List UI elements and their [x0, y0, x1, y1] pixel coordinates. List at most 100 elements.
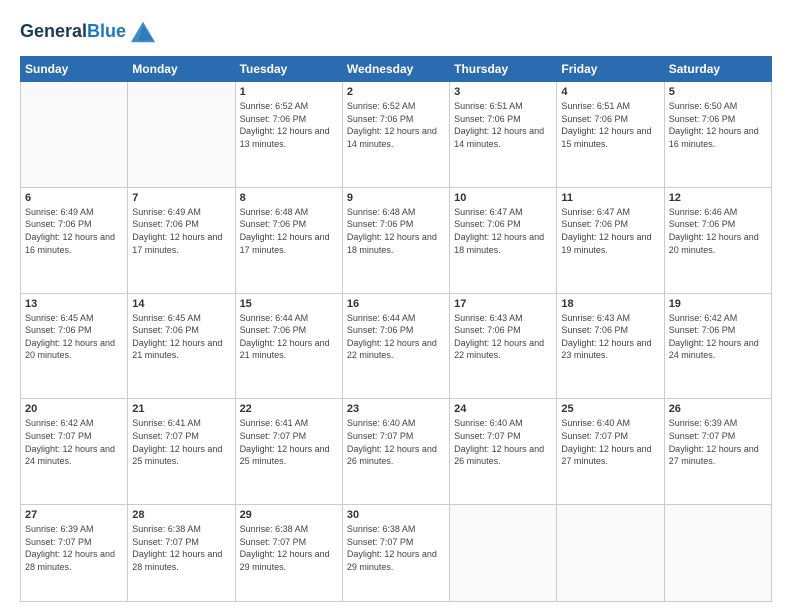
day-info: Sunrise: 6:46 AMSunset: 7:06 PMDaylight:…	[669, 206, 767, 256]
calendar-cell	[664, 505, 771, 602]
calendar-cell: 29Sunrise: 6:38 AMSunset: 7:07 PMDayligh…	[235, 505, 342, 602]
weekday-thursday: Thursday	[450, 57, 557, 82]
day-number: 30	[347, 509, 445, 521]
day-number: 2	[347, 86, 445, 98]
day-info: Sunrise: 6:39 AMSunset: 7:07 PMDaylight:…	[669, 417, 767, 467]
calendar-cell: 7Sunrise: 6:49 AMSunset: 7:06 PMDaylight…	[128, 187, 235, 293]
calendar-cell: 1 Sunrise: 6:52 AMSunset: 7:06 PMDaylight…	[235, 82, 342, 188]
logo-icon	[129, 18, 157, 46]
calendar-cell: 27 Sunrise: 6:39 AMSunset: 7:07 PMDayligh…	[21, 505, 128, 602]
day-info: Sunrise: 6:52 AMSunset: 7:06 PMDaylight:…	[240, 100, 338, 150]
day-number: 4	[561, 86, 659, 98]
day-number: 23	[347, 403, 445, 415]
day-number: 15	[240, 298, 338, 310]
calendar-cell: 2 Sunrise: 6:52 AMSunset: 7:06 PMDaylight…	[342, 82, 449, 188]
calendar-cell: 13Sunrise: 6:45 AMSunset: 7:06 PMDayligh…	[21, 293, 128, 399]
day-info: Sunrise: 6:45 AMSunset: 7:06 PMDaylight:…	[132, 312, 230, 362]
day-info: Sunrise: 6:47 AMSunset: 7:06 PMDaylight:…	[454, 206, 552, 256]
day-info: Sunrise: 6:40 AMSunset: 7:07 PMDaylight:…	[561, 417, 659, 467]
calendar-cell: 20 Sunrise: 6:42 AMSunset: 7:07 PMDayligh…	[21, 399, 128, 505]
day-info: Sunrise: 6:38 AMSunset: 7:07 PMDaylight:…	[132, 523, 230, 573]
day-number: 14	[132, 298, 230, 310]
day-number: 21	[132, 403, 230, 415]
calendar-cell: 22Sunrise: 6:41 AMSunset: 7:07 PMDayligh…	[235, 399, 342, 505]
page: GeneralBlue SundayMondayTuesdayWednesday…	[0, 0, 792, 612]
calendar-week-1: 1 Sunrise: 6:52 AMSunset: 7:06 PMDaylight…	[21, 82, 772, 188]
day-number: 16	[347, 298, 445, 310]
day-info: Sunrise: 6:51 AMSunset: 7:06 PMDaylight:…	[454, 100, 552, 150]
calendar-cell: 19 Sunrise: 6:42 AMSunset: 7:06 PMDayligh…	[664, 293, 771, 399]
day-number: 7	[132, 192, 230, 204]
day-number: 8	[240, 192, 338, 204]
day-number: 25	[561, 403, 659, 415]
day-number: 5	[669, 86, 767, 98]
day-number: 26	[669, 403, 767, 415]
weekday-header-row: SundayMondayTuesdayWednesdayThursdayFrid…	[21, 57, 772, 82]
calendar-cell: 23 Sunrise: 6:40 AMSunset: 7:07 PMDayligh…	[342, 399, 449, 505]
calendar-cell: 8 Sunrise: 6:48 AMSunset: 7:06 PMDaylight…	[235, 187, 342, 293]
calendar-cell: 15 Sunrise: 6:44 AMSunset: 7:06 PMDayligh…	[235, 293, 342, 399]
day-info: Sunrise: 6:48 AMSunset: 7:06 PMDaylight:…	[347, 206, 445, 256]
calendar-cell: 26 Sunrise: 6:39 AMSunset: 7:07 PMDayligh…	[664, 399, 771, 505]
day-number: 6	[25, 192, 123, 204]
day-info: Sunrise: 6:39 AMSunset: 7:07 PMDaylight:…	[25, 523, 123, 573]
day-number: 20	[25, 403, 123, 415]
day-number: 13	[25, 298, 123, 310]
calendar-cell: 9 Sunrise: 6:48 AMSunset: 7:06 PMDaylight…	[342, 187, 449, 293]
day-number: 9	[347, 192, 445, 204]
weekday-saturday: Saturday	[664, 57, 771, 82]
calendar-cell: 16 Sunrise: 6:44 AMSunset: 7:06 PMDayligh…	[342, 293, 449, 399]
weekday-wednesday: Wednesday	[342, 57, 449, 82]
calendar-cell	[21, 82, 128, 188]
calendar-cell: 28 Sunrise: 6:38 AMSunset: 7:07 PMDayligh…	[128, 505, 235, 602]
day-info: Sunrise: 6:49 AMSunset: 7:06 PMDaylight:…	[25, 206, 123, 256]
day-info: Sunrise: 6:40 AMSunset: 7:07 PMDaylight:…	[347, 417, 445, 467]
day-info: Sunrise: 6:48 AMSunset: 7:06 PMDaylight:…	[240, 206, 338, 256]
day-info: Sunrise: 6:47 AMSunset: 7:06 PMDaylight:…	[561, 206, 659, 256]
day-number: 28	[132, 509, 230, 521]
logo: GeneralBlue	[20, 18, 157, 46]
day-info: Sunrise: 6:43 AMSunset: 7:06 PMDaylight:…	[454, 312, 552, 362]
day-info: Sunrise: 6:42 AMSunset: 7:07 PMDaylight:…	[25, 417, 123, 467]
calendar-cell: 11 Sunrise: 6:47 AMSunset: 7:06 PMDayligh…	[557, 187, 664, 293]
calendar-cell: 30Sunrise: 6:38 AMSunset: 7:07 PMDayligh…	[342, 505, 449, 602]
calendar-cell: 10 Sunrise: 6:47 AMSunset: 7:06 PMDayligh…	[450, 187, 557, 293]
calendar-cell: 5 Sunrise: 6:50 AMSunset: 7:06 PMDaylight…	[664, 82, 771, 188]
day-number: 11	[561, 192, 659, 204]
day-number: 10	[454, 192, 552, 204]
calendar-week-2: 6 Sunrise: 6:49 AMSunset: 7:06 PMDaylight…	[21, 187, 772, 293]
day-number: 29	[240, 509, 338, 521]
day-number: 27	[25, 509, 123, 521]
calendar-cell: 12Sunrise: 6:46 AMSunset: 7:06 PMDayligh…	[664, 187, 771, 293]
calendar-cell: 25 Sunrise: 6:40 AMSunset: 7:07 PMDayligh…	[557, 399, 664, 505]
calendar-cell: 21Sunrise: 6:41 AMSunset: 7:07 PMDayligh…	[128, 399, 235, 505]
calendar-week-4: 20 Sunrise: 6:42 AMSunset: 7:07 PMDayligh…	[21, 399, 772, 505]
day-info: Sunrise: 6:44 AMSunset: 7:06 PMDaylight:…	[347, 312, 445, 362]
weekday-sunday: Sunday	[21, 57, 128, 82]
day-number: 24	[454, 403, 552, 415]
calendar-week-3: 13 Sunrise: 6:45 AMSunset: 7:06 PMDayligh…	[21, 293, 772, 399]
day-info: Sunrise: 6:50 AMSunset: 7:06 PMDaylight:…	[669, 100, 767, 150]
calendar-cell: 17 Sunrise: 6:43 AMSunset: 7:06 PMDayligh…	[450, 293, 557, 399]
calendar-table: SundayMondayTuesdayWednesdayThursdayFrid…	[20, 56, 772, 602]
calendar-cell: 18 Sunrise: 6:43 AMSunset: 7:06 PMDayligh…	[557, 293, 664, 399]
day-number: 3	[454, 86, 552, 98]
day-info: Sunrise: 6:51 AMSunset: 7:06 PMDaylight:…	[561, 100, 659, 150]
day-info: Sunrise: 6:52 AMSunset: 7:06 PMDaylight:…	[347, 100, 445, 150]
calendar-cell: 24 Sunrise: 6:40 AMSunset: 7:07 PMDayligh…	[450, 399, 557, 505]
calendar-cell	[128, 82, 235, 188]
logo-text: GeneralBlue	[20, 22, 126, 42]
calendar-cell: 4 Sunrise: 6:51 AMSunset: 7:06 PMDaylight…	[557, 82, 664, 188]
day-number: 18	[561, 298, 659, 310]
day-number: 1	[240, 86, 338, 98]
calendar-week-5: 27 Sunrise: 6:39 AMSunset: 7:07 PMDayligh…	[21, 505, 772, 602]
day-info: Sunrise: 6:44 AMSunset: 7:06 PMDaylight:…	[240, 312, 338, 362]
calendar-cell: 14 Sunrise: 6:45 AMSunset: 7:06 PMDayligh…	[128, 293, 235, 399]
day-number: 17	[454, 298, 552, 310]
day-info: Sunrise: 6:42 AMSunset: 7:06 PMDaylight:…	[669, 312, 767, 362]
day-number: 19	[669, 298, 767, 310]
day-info: Sunrise: 6:40 AMSunset: 7:07 PMDaylight:…	[454, 417, 552, 467]
calendar-cell	[450, 505, 557, 602]
day-info: Sunrise: 6:41 AMSunset: 7:07 PMDaylight:…	[240, 417, 338, 467]
day-info: Sunrise: 6:43 AMSunset: 7:06 PMDaylight:…	[561, 312, 659, 362]
